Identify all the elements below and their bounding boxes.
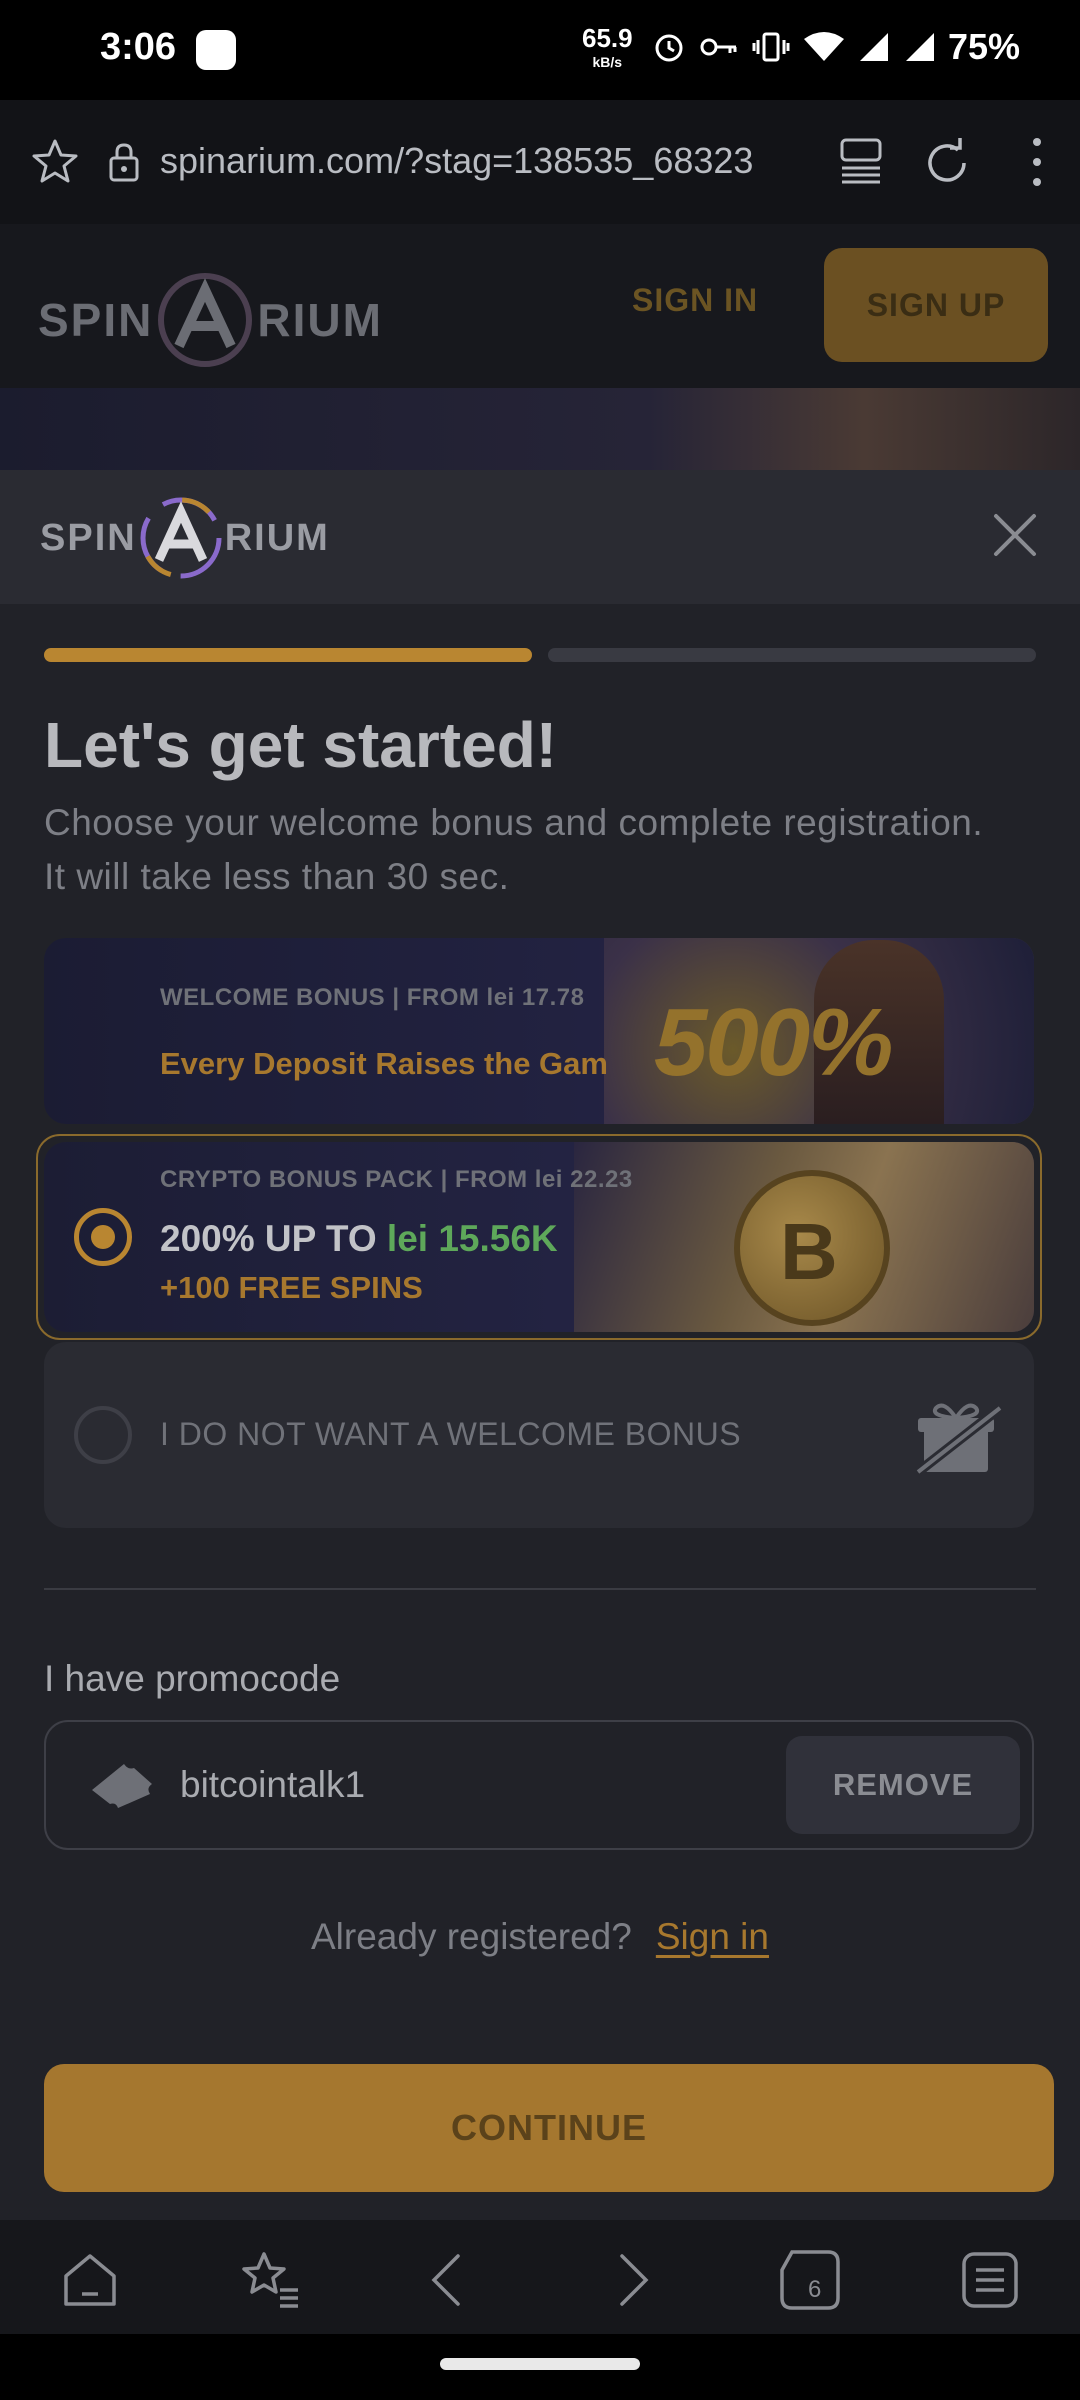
bitcoin-symbol: B (780, 1207, 838, 1296)
bonus-amount: lei 15.56K (386, 1218, 558, 1259)
continue-button[interactable]: CONTINUE (44, 2064, 1054, 2192)
remove-promo-button[interactable]: REMOVE (786, 1736, 1020, 1834)
bonus-title-prefix: 200% UP TO (160, 1218, 387, 1259)
home-icon[interactable] (58, 2248, 122, 2312)
promo-label: I have promocode (44, 1658, 341, 1699)
progress-step-2 (548, 648, 1036, 662)
already-registered-text: Already registered? (311, 1916, 632, 1957)
modal-logo-right: RIUM (224, 516, 330, 559)
alarm-icon (655, 34, 683, 62)
close-icon[interactable] (990, 510, 1040, 560)
already-registered-row: Already registered? Sign in (0, 1916, 1080, 1958)
registration-modal: SPIN RIUM Let's get started! Choose your… (0, 470, 1080, 2220)
divider (44, 1588, 1036, 1590)
radio-unselected[interactable] (74, 1406, 132, 1464)
ticket-icon (92, 1764, 152, 1808)
home-indicator[interactable] (440, 2358, 640, 2370)
status-time: 3:06 (100, 26, 177, 68)
back-icon[interactable] (418, 2248, 482, 2312)
url-field[interactable]: spinarium.com/?stag=138535_68323 (160, 140, 753, 182)
logo-mark-icon (158, 273, 253, 367)
tab-count: 6 (808, 2276, 822, 2303)
vibrate-icon (752, 32, 790, 62)
wifi-icon (804, 32, 844, 61)
network-speed: 65.9 kB/s (582, 23, 633, 74)
promo-code-field[interactable]: bitcointalk1 REMOVE (44, 1720, 1034, 1850)
modal-logo-left: SPIN (40, 516, 137, 559)
menu-icon[interactable] (958, 2248, 1022, 2312)
bonus-option-crypto[interactable]: B CRYPTO BONUS PACK | FROM lei 22.23 200… (44, 1142, 1034, 1332)
modal-header: SPIN RIUM (0, 470, 1080, 604)
reload-icon[interactable] (920, 136, 974, 190)
site-sign-up-button[interactable]: SIGN UP (824, 248, 1048, 362)
battery-level: 75% (948, 26, 1021, 67)
bonus-option-welcome[interactable]: 500% WELCOME BONUS | FROM lei 17.78 Ever… (44, 938, 1034, 1124)
browser-toolbar: spinarium.com/?stag=138535_68323 (0, 100, 1080, 224)
status-bar: 3:06 65.9 kB/s 75% (0, 0, 1080, 100)
site-header: SPIN RIUM SIGN IN SIGN UP (0, 224, 1080, 388)
bonus-title: I DO NOT WANT A WELCOME BONUS (160, 1416, 742, 1452)
vpn-key-icon (700, 38, 737, 56)
site-logo-right: RIUM (257, 294, 383, 346)
bonus-title: Every Deposit Raises the Gam (160, 1046, 608, 1081)
forward-icon[interactable] (598, 2248, 662, 2312)
bookmark-star-icon[interactable] (32, 138, 78, 184)
no-gift-icon (914, 1403, 1004, 1476)
reader-mode-icon[interactable] (838, 136, 884, 186)
tabs-button[interactable]: 6 (778, 2248, 842, 2312)
page-subtitle: Choose your welcome bonus and complete r… (44, 802, 984, 897)
site-banner (0, 388, 1080, 470)
site-sign-in-link[interactable]: SIGN IN (632, 282, 758, 319)
network-speed-unit: kB/s (592, 54, 623, 70)
bonus-percent-badge: 500% (654, 989, 894, 1096)
progress-step-1 (44, 648, 532, 662)
signal-icon (860, 33, 888, 61)
bitcoin-coin-icon: B (734, 1170, 890, 1326)
modal-logo: SPIN RIUM (40, 494, 330, 582)
bookmarks-icon[interactable] (238, 2248, 302, 2312)
promo-code-value[interactable]: bitcointalk1 (180, 1764, 365, 1806)
signal-icon-2 (906, 33, 934, 61)
bonus-label: CRYPTO BONUS PACK | FROM lei 22.23 (160, 1166, 633, 1193)
browser-bottom-nav: 6 (0, 2220, 1080, 2334)
page-title: Let's get started! (44, 709, 558, 781)
step-progress (44, 648, 1036, 662)
lock-icon[interactable] (108, 142, 140, 182)
bonus-label: WELCOME BONUS | FROM lei 17.78 (160, 984, 585, 1011)
bonus-title: 200% UP TO lei 15.56K (160, 1218, 558, 1260)
notification-app-icon (196, 30, 236, 70)
bonus-option-none[interactable]: I DO NOT WANT A WELCOME BONUS (44, 1342, 1034, 1528)
site-logo-left: SPIN (38, 294, 154, 346)
site-logo[interactable]: SPIN RIUM (38, 268, 383, 372)
overflow-menu-icon[interactable] (1024, 134, 1050, 190)
status-icons (652, 30, 936, 64)
network-speed-value: 65.9 (582, 23, 633, 53)
bonus-free-spins: +100 FREE SPINS (160, 1270, 423, 1305)
gesture-bar (0, 2334, 1080, 2400)
radio-selected[interactable] (74, 1208, 132, 1266)
sign-in-link[interactable]: Sign in (656, 1916, 769, 1957)
logo-mark-icon (140, 497, 222, 579)
